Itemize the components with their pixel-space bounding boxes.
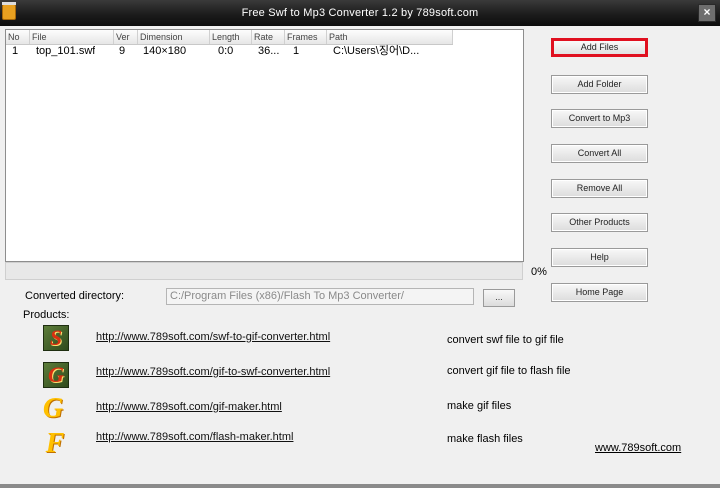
column-length[interactable]: Length (210, 30, 252, 44)
product-desc-gif-maker: make gif files (447, 400, 512, 412)
add-files-button[interactable]: Add Files (551, 38, 648, 57)
cell-rate: 36... (258, 45, 280, 57)
cell-path: C:\Users\징어\D... (333, 45, 420, 57)
help-button[interactable]: Help (551, 248, 648, 267)
home-page-button[interactable]: Home Page (551, 283, 648, 302)
convert-all-button[interactable]: Convert All (551, 144, 648, 163)
flash-maker-icon[interactable]: F (42, 430, 68, 458)
products-label: Products: (23, 309, 70, 321)
remove-all-button[interactable]: Remove All (551, 179, 648, 198)
add-folder-button[interactable]: Add Folder (551, 75, 648, 94)
close-button[interactable]: × (698, 4, 716, 22)
column-rate[interactable]: Rate (252, 30, 285, 44)
product-desc-swf-to-gif: convert swf file to gif file (447, 334, 564, 346)
title-bar: Free Swf to Mp3 Converter 1.2 by 789soft… (0, 0, 720, 26)
gif-maker-icon[interactable]: G (40, 395, 66, 423)
browse-directory-button[interactable]: ... (483, 289, 515, 307)
cell-length: 0:0 (218, 45, 234, 57)
cell-ver: 9 (119, 45, 126, 57)
gif-to-swf-icon[interactable]: G (43, 362, 69, 388)
product-link-swf-to-gif[interactable]: http://www.789soft.com/swf-to-gif-conver… (96, 331, 330, 343)
converted-directory-field[interactable]: C:/Program Files (x86)/Flash To Mp3 Conv… (166, 288, 474, 305)
window-bottom-edge (0, 484, 720, 488)
cell-file: top_101.swf (36, 45, 96, 57)
product-link-gif-to-swf[interactable]: http://www.789soft.com/gif-to-swf-conver… (96, 366, 330, 378)
converted-directory-label: Converted directory: (25, 290, 125, 302)
window-title: Free Swf to Mp3 Converter 1.2 by 789soft… (241, 7, 479, 19)
column-file[interactable]: File (30, 30, 114, 44)
product-link-flash-maker[interactable]: http://www.789soft.com/flash-maker.html (96, 431, 293, 443)
other-products-button[interactable]: Other Products (551, 213, 648, 232)
product-link-gif-maker[interactable]: http://www.789soft.com/gif-maker.html (96, 401, 282, 413)
product-desc-gif-to-swf: convert gif file to flash file (447, 365, 571, 377)
file-list-header: No File Ver Dimension Length Rate Frames… (6, 30, 453, 45)
cell-no: 1 (12, 45, 19, 57)
table-row[interactable]: 1 top_101.swf 9 140×180 0:0 36... 1 C:\U… (6, 44, 453, 59)
column-no[interactable]: No (6, 30, 30, 44)
progress-bar (5, 262, 523, 280)
convert-to-mp3-button[interactable]: Convert to Mp3 (551, 109, 648, 128)
product-desc-flash-maker: make flash files (447, 433, 523, 445)
column-dimension[interactable]: Dimension (138, 30, 210, 44)
progress-percent: 0% (531, 266, 547, 278)
swf-to-gif-icon[interactable]: S (43, 325, 69, 351)
cell-frames: 1 (293, 45, 300, 57)
file-list[interactable]: No File Ver Dimension Length Rate Frames… (5, 29, 524, 262)
column-frames[interactable]: Frames (285, 30, 327, 44)
column-path[interactable]: Path (327, 30, 453, 44)
cell-dimension: 140×180 (143, 45, 187, 57)
column-ver[interactable]: Ver (114, 30, 138, 44)
website-link[interactable]: www.789soft.com (595, 442, 681, 454)
